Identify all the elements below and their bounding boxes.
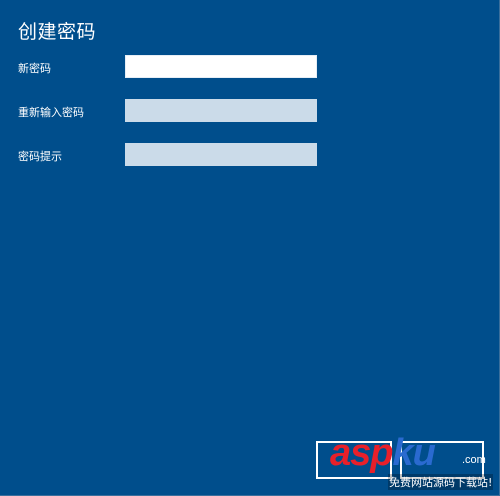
password-hint-label: 密码提示 [18, 150, 62, 163]
confirm-password-label: 重新输入密码 [18, 106, 84, 119]
confirm-password-row: 重新输入密码 [0, 99, 499, 123]
password-hint-row: 密码提示 [0, 143, 499, 167]
page-title: 创建密码 [18, 21, 97, 43]
cancel-button[interactable] [400, 441, 484, 479]
confirm-password-input[interactable] [125, 99, 317, 122]
new-password-label: 新密码 [18, 62, 51, 75]
password-hint-input[interactable] [125, 143, 317, 166]
next-button[interactable] [316, 441, 392, 479]
new-password-row: 新密码 [0, 55, 499, 79]
create-password-dialog: 创建密码 新密码 重新输入密码 密码提示 aspku .com 免费网站源码下载… [0, 0, 500, 496]
new-password-input[interactable] [125, 55, 317, 78]
